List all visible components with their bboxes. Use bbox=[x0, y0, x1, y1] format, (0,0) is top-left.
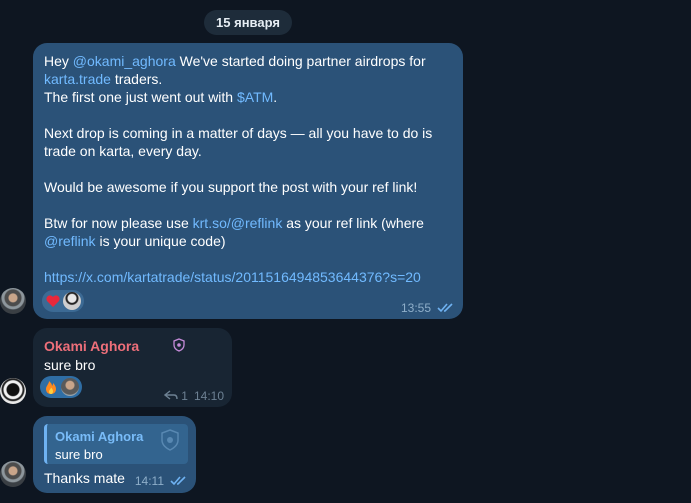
message-meta: 1 14:10 bbox=[164, 389, 224, 403]
reactor-avatar bbox=[63, 292, 81, 310]
reactions[interactable] bbox=[42, 290, 84, 312]
message-bubble-outgoing[interactable]: Hey @okami_aghora We've started doing pa… bbox=[33, 43, 463, 319]
reactor-avatar bbox=[61, 378, 79, 396]
shield-badge-icon bbox=[158, 428, 182, 463]
message-meta: 14:11 bbox=[135, 474, 188, 488]
replies-count[interactable]: 1 bbox=[164, 389, 188, 403]
fire-icon bbox=[43, 379, 59, 395]
message-meta: 13:55 bbox=[401, 301, 455, 315]
reaction-fire[interactable] bbox=[40, 376, 82, 398]
message-text: Thanks mate bbox=[44, 470, 125, 486]
mention-link[interactable]: @reflink bbox=[44, 233, 96, 249]
cashtag-link[interactable]: $ATM bbox=[237, 89, 273, 105]
sender-name[interactable]: Okami Aghora bbox=[44, 338, 139, 354]
message-text: Hey @okami_aghora We've started doing pa… bbox=[44, 53, 433, 285]
message-time: 14:11 bbox=[134, 474, 164, 488]
mention-link[interactable]: @okami_aghora bbox=[73, 53, 176, 69]
quote-text: sure bro bbox=[55, 447, 103, 462]
message-bubble-outgoing[interactable]: Okami Aghora sure bro Thanks mate 14:11 bbox=[33, 416, 196, 493]
reply-arrow-icon bbox=[164, 389, 178, 403]
avatar[interactable] bbox=[0, 378, 26, 404]
quote-sender: Okami Aghora bbox=[55, 429, 144, 444]
double-check-icon bbox=[437, 303, 455, 313]
heart-icon bbox=[45, 293, 61, 309]
ref-link[interactable]: krt.so/@reflink bbox=[193, 215, 283, 231]
reactions[interactable] bbox=[40, 376, 82, 398]
url-link[interactable]: https://x.com/kartatrade/status/20115164… bbox=[44, 269, 421, 285]
site-link[interactable]: karta.trade bbox=[44, 71, 111, 87]
reaction-heart[interactable] bbox=[42, 290, 84, 312]
avatar[interactable] bbox=[0, 461, 26, 487]
message-text: sure bro bbox=[44, 357, 96, 373]
avatar[interactable] bbox=[0, 288, 26, 314]
double-check-icon bbox=[170, 476, 188, 486]
shield-badge-icon bbox=[172, 338, 186, 352]
message-time: 14:10 bbox=[193, 389, 224, 403]
date-divider: 15 января bbox=[204, 10, 292, 35]
message-bubble-incoming[interactable]: Okami Aghora sure bro 1 14:10 bbox=[33, 328, 232, 407]
reply-quote[interactable]: Okami Aghora sure bro bbox=[44, 424, 188, 464]
message-time: 13:55 bbox=[400, 301, 431, 315]
